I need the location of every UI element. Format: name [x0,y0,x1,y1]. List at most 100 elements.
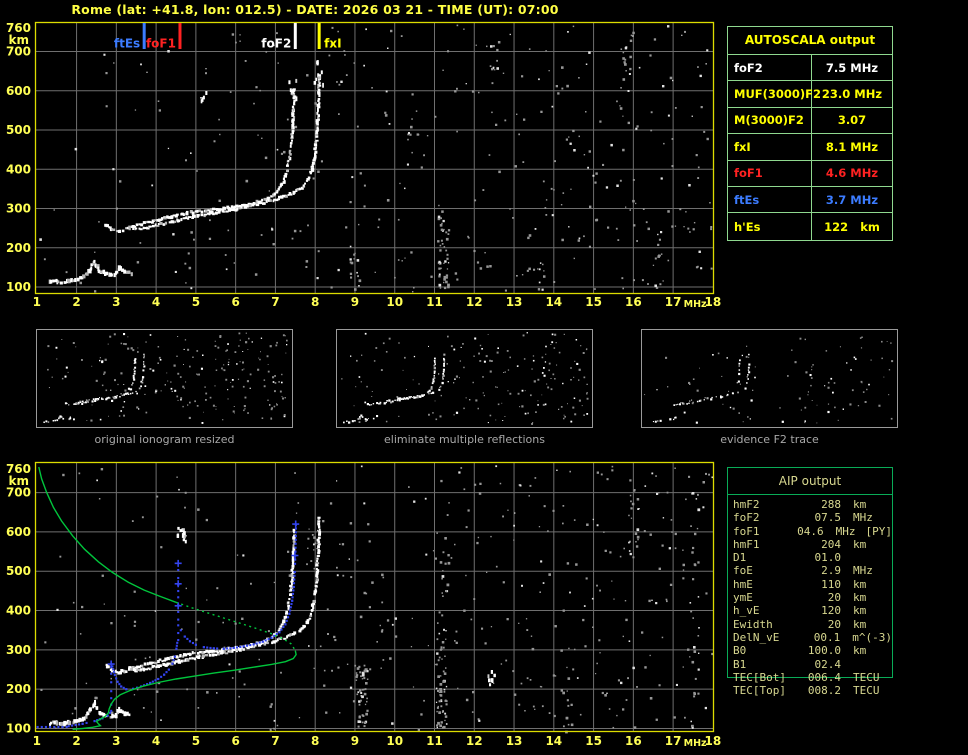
plot-grid [35,462,714,732]
row-label: TEC[Top] [733,684,786,698]
axis-tick-label: 200 [6,241,31,255]
row-label: DelN_vE [733,630,780,644]
row-label: hmF1 [733,537,760,551]
axis-tick-label: 6 [231,734,239,748]
frequency-markers: ftEs foF1 foF2 fxI [114,23,342,51]
aip-row-Ewidth: Ewidth 20 km [728,618,892,631]
axis-tick-label: MHz [684,738,707,749]
axis-tick-label: 7 [271,295,279,309]
row-value: 3.7 MHz [825,192,879,207]
row-value: 008.2 [807,684,841,698]
axis-tick-label: 400 [6,162,31,176]
aip-row-hmF2: hmF2 288 km [728,498,892,511]
row-label: Ewidth [733,617,773,631]
axis-tick-label: 13 [506,295,523,309]
axis-tick-label: 18 [705,734,722,748]
autoscala-row-foF1: foF1 4.6 MHz [728,160,892,187]
aip-row-DelN_vE: DelN_vE 00.1 m^(-3) [728,631,892,644]
marker-label-foF1: foF1 [146,37,176,51]
row-value: 110 [821,577,841,591]
row-label: B1 [733,657,747,671]
thumbnail-caption: original ionogram resized [94,433,235,446]
axis-tick-label: 4 [152,295,160,309]
top-ionogram-plot: 1 2 3 4 5 6 7 8 9 10 11 12 13 14 15 16 17 18MHz7607006005… [6,21,721,310]
aip-row-hmF1: hmF1 204 km [728,538,892,551]
row-label: ftEs [728,186,812,213]
plot-grid [35,22,714,294]
axis-tick-label: 17 [665,734,682,748]
row-value: 4.6 MHz [825,166,879,181]
row-unit: TECU [853,684,880,698]
axis-tick-label: MHz [684,299,707,310]
row-value: 07.5 [814,511,842,525]
aip-row-h_vE: h_vE 120 km [728,604,892,617]
autoscala-row-ftEs: ftEs 3.7 MHz [728,186,892,214]
marker-label-foF2: foF2 [261,37,291,51]
thumbnail-original-ionogram-image [43,332,288,424]
axis-tick-label: 9 [351,295,359,309]
autoscala-row-MUF(3000)F2: MUF(3000)F2 23.0 MHz [728,81,892,108]
row-value: 7.5 MHz [825,60,879,75]
axis-tick-label: 16 [625,734,642,748]
row-note: [PY] [865,524,893,538]
autoscala-table-rows: foF2 7.5 MHz MUF(3000)F2 23.0 MHz M(3000)F2 3… [728,55,892,240]
row-unit: km [853,537,867,551]
row-value: 120 [821,604,841,618]
aip-row-foF1: foF1 04.6 MHz [PY] [728,525,892,538]
row-label: fxI [728,134,812,160]
marker-tick-foF2 [293,23,297,49]
row-value: 100.0 [807,644,841,658]
row-value: 204 [821,537,841,551]
axis-tick-label: 2 [72,734,80,748]
axis-tick-label: 6 [231,295,239,309]
thumbnail-caption: eliminate multiple reflections [384,433,545,446]
row-label: M(3000)F2 [728,107,812,134]
axis-tick-label: 300 [6,643,31,657]
row-value: 04.6 [797,524,824,538]
autoscala-row-M(3000)F2: M(3000)F2 3.07 [728,107,892,135]
aip-table-title: AIP output [728,468,892,495]
row-unit: m^(-3) [852,630,892,644]
row-unit [841,551,853,564]
axis-tick-label: km [9,474,29,488]
row-label: h_vE [733,604,760,618]
marker-label-fxI: fxI [324,37,341,51]
row-value: 8.1 MHz [825,139,879,154]
row-value: 00.1 [813,630,841,644]
plot-axis-labels: 1 2 3 4 5 6 7 8 9 10 11 12 13 14 15 16 17 18MHz7607006005… [6,462,721,749]
aip-row-hmE: hmE 110 km [728,578,892,591]
axis-tick-label: 5 [192,734,200,748]
thumbnail-eliminate-reflections-image [341,332,589,425]
row-value: 122 km [824,219,880,234]
row-label: foF2 [728,55,812,81]
axis-tick-label: 2 [72,295,80,309]
axis-tick-label: 100 [6,280,31,294]
row-label: hmF2 [733,498,760,511]
axis-tick-label: 9 [351,734,359,748]
axis-tick-label: 200 [6,682,31,696]
axis-tick-label: 4 [152,734,160,748]
axis-tick-label: 12 [466,734,483,748]
row-unit: km [853,591,867,605]
plot-axis-labels: 1 2 3 4 5 6 7 8 9 10 11 12 13 14 15 16 17 18MHz7607006005… [6,21,721,310]
axis-tick-label: 10 [386,734,403,748]
row-unit: MHz [853,511,873,525]
row-label: foF1 [728,160,812,186]
plot-border [34,21,715,295]
axis-tick-label: 1 [33,295,41,309]
axis-tick-label: 10 [386,295,403,309]
aip-row-D1: D1 01.0 [728,551,892,564]
plot-noise-echoes [40,465,714,734]
aip-row-foF2: foF2 07.5 MHz [728,511,892,524]
axis-tick-label: 11 [426,295,443,309]
autoscala-output-table: AUTOSCALA output foF2 7.5 MHz MUF(3000)F2 2… [727,26,893,241]
axis-tick-label: 8 [311,295,319,309]
row-label: foF2 [733,511,760,525]
axis-tick-label: 3 [112,295,120,309]
marker-tick-fxI [317,23,321,49]
row-value: 20 [827,617,841,631]
autoscala-row-foF2: foF2 7.5 MHz [728,55,892,82]
row-label: foE [733,564,753,578]
axis-tick-label: km [9,33,29,47]
plot-traces [48,76,322,285]
